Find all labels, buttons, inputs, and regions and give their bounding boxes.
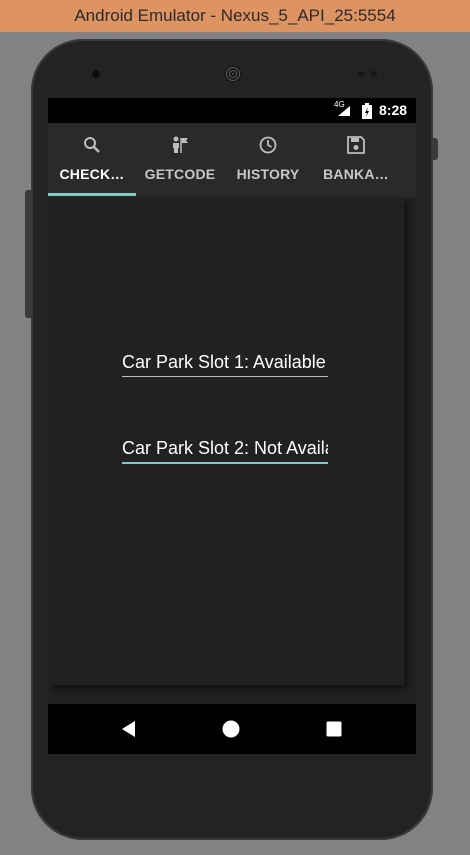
signal-icon	[338, 106, 350, 116]
tab-getcode-label: GETCODE	[144, 166, 216, 182]
tab-banka-label: BANKA…	[323, 166, 389, 182]
front-camera	[91, 69, 101, 79]
search-icon	[84, 137, 100, 153]
status-bar: 4G 8:28	[48, 98, 416, 123]
window-title: Android Emulator - Nexus_5_API_25:5554	[74, 6, 396, 25]
tab-check-label: CHECK…	[59, 166, 125, 182]
battery-charging-icon	[362, 103, 372, 119]
back-icon	[122, 721, 135, 737]
clock-time: 8:28	[379, 102, 408, 118]
car-park-slot-2-field[interactable]: Car Park Slot 2: Not Available	[122, 438, 328, 464]
tab-content: Car Park Slot 1: Available Car Park Slot…	[48, 197, 404, 685]
person-flag-icon	[173, 136, 188, 153]
home-icon	[222, 720, 240, 738]
device-screen: 4G 8:28 CHECK… GETCODE HISTORY BANKA… Ca…	[48, 98, 416, 754]
tab-bar: CHECK… GETCODE HISTORY BANKA…	[48, 123, 416, 197]
car-park-slot-1-field[interactable]: Car Park Slot 1: Available	[122, 352, 328, 377]
recents-icon	[326, 721, 342, 737]
navigation-bar	[48, 704, 416, 754]
save-icon	[347, 136, 365, 154]
home-button[interactable]	[222, 704, 240, 754]
power-button	[433, 138, 438, 160]
clock-icon	[259, 136, 277, 154]
emulator-title-bar: Android Emulator - Nexus_5_API_25:5554	[0, 0, 470, 32]
tab-history[interactable]: HISTORY	[224, 123, 312, 197]
tab-getcode[interactable]: GETCODE	[136, 123, 224, 197]
proximity-sensor	[358, 71, 364, 77]
tab-indicator	[48, 193, 136, 196]
back-button[interactable]	[120, 704, 138, 754]
light-sensor	[371, 71, 377, 77]
tab-history-label: HISTORY	[236, 166, 300, 182]
earpiece-speaker	[224, 65, 242, 83]
tab-banka[interactable]: BANKA…	[312, 123, 400, 197]
tab-check[interactable]: CHECK…	[48, 123, 136, 197]
recents-button[interactable]	[325, 704, 343, 754]
